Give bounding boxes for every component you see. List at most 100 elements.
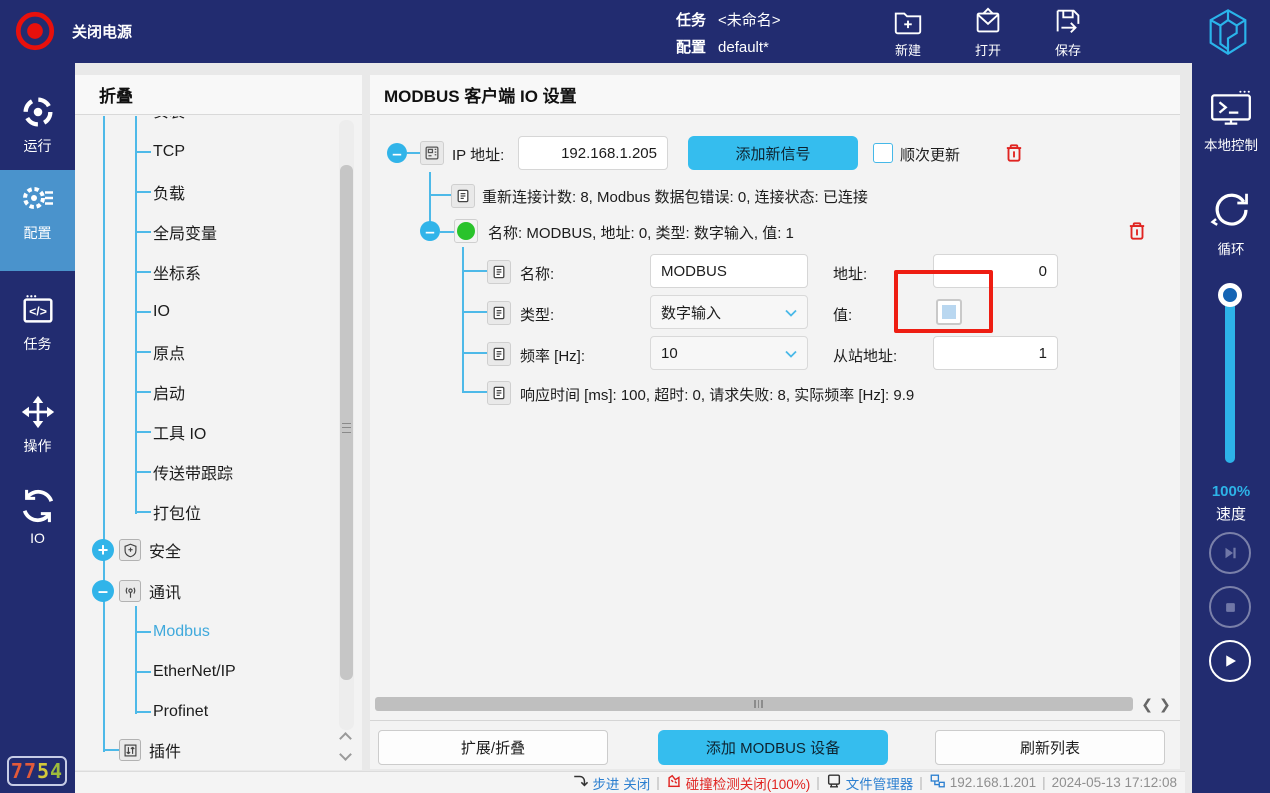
tree-item-原点[interactable]: 原点 xyxy=(153,339,185,365)
address-input[interactable] xyxy=(933,254,1058,288)
power-label: 关闭电源 xyxy=(72,21,132,42)
step-next-button[interactable] xyxy=(1209,532,1251,574)
stop-button[interactable] xyxy=(1209,586,1251,628)
tree-item-全局变量[interactable]: 全局变量 xyxy=(153,219,217,245)
sidebar-item-task[interactable]: </>任务 xyxy=(0,283,75,375)
tree-item-打包位[interactable]: 打包位 xyxy=(153,499,201,525)
sidebar-item-io[interactable]: IO xyxy=(0,479,75,557)
badge-digit: 4 xyxy=(50,759,63,783)
open-task-button[interactable]: 打开 xyxy=(955,6,1021,59)
add-modbus-device-button[interactable]: 添加 MODBUS 设备 xyxy=(658,730,888,765)
tree-scroll-up-icon[interactable] xyxy=(339,732,352,745)
sequential-update-checkbox[interactable] xyxy=(873,143,893,163)
tree-item-label: 坐标系 xyxy=(153,260,201,284)
modbus-client-io-panel: MODBUS 客户端 IO 设置 – IP 地址: 添加新信号 顺次更新 重新连… xyxy=(370,75,1180,769)
status-item-label: 碰撞检测关闭(100%) xyxy=(686,773,811,793)
save-task-button[interactable]: 保存 xyxy=(1035,6,1101,59)
tree-item-安装[interactable]: 安装 xyxy=(153,116,185,123)
delete-signal-icon[interactable] xyxy=(1126,220,1148,242)
tree-group-safety[interactable]: 安全 xyxy=(119,537,181,563)
refresh-list-button[interactable]: 刷新列表 xyxy=(935,730,1165,765)
brand-logo-icon xyxy=(1202,6,1254,63)
loop-icon xyxy=(1208,188,1254,234)
run-icon xyxy=(0,93,75,131)
sidebar-item-config[interactable]: 配置 xyxy=(0,170,75,271)
type-doc-icon xyxy=(487,301,511,325)
ip-address-input[interactable] xyxy=(518,136,668,170)
tree-scrollbar-thumb[interactable] xyxy=(340,165,353,680)
status-item-3[interactable]: 文件管理器 xyxy=(826,773,914,793)
add-signal-button[interactable]: 添加新信号 xyxy=(688,136,858,170)
status-item-4: 192.168.1.201 xyxy=(929,773,1036,792)
tree-item-工具-io[interactable]: 工具 IO xyxy=(153,419,206,445)
config-icon xyxy=(0,178,75,218)
sidebar-item-label: 运行 xyxy=(0,136,75,156)
collapse-icon[interactable]: – xyxy=(92,580,114,602)
chevron-down-icon xyxy=(785,309,797,317)
tree-item-label: 启动 xyxy=(153,380,185,404)
save-icon xyxy=(1035,6,1101,38)
tree-item-label: EtherNet/IP xyxy=(153,663,236,681)
collapse-signal-icon[interactable]: – xyxy=(420,221,440,241)
status-item-2[interactable]: 碰撞检测关闭(100%) xyxy=(666,773,811,793)
address-label: 地址: xyxy=(833,263,867,284)
speed-slider-knob[interactable] xyxy=(1218,283,1242,307)
status-item-label: 2024-05-13 17:12:08 xyxy=(1052,775,1177,790)
type-select[interactable]: 数字输入 xyxy=(650,295,808,329)
loop-button[interactable]: 循环 xyxy=(1192,188,1270,258)
tree-item-label: 安全 xyxy=(149,538,181,562)
expand-icon[interactable]: + xyxy=(92,539,114,561)
tree-item-label: IO xyxy=(153,303,170,321)
frequency-select[interactable]: 10 xyxy=(650,336,808,370)
splitter-grip-icon xyxy=(342,423,351,433)
tree-item-ethernet-ip[interactable]: EtherNet/IP xyxy=(153,659,236,685)
scroll-right-icon[interactable]: ❯ xyxy=(1159,696,1171,713)
power-icon xyxy=(12,8,58,54)
sidebar-item-run[interactable]: 运行 xyxy=(0,85,75,163)
status-separator: | xyxy=(816,775,820,790)
value-label: 值: xyxy=(833,304,852,325)
new-task-button[interactable]: 新建 xyxy=(875,6,941,59)
tree-item-负载[interactable]: 负载 xyxy=(153,179,185,205)
name-input[interactable] xyxy=(650,254,808,288)
new-icon xyxy=(875,6,941,38)
config-tree: 安装 TCP 负载全局变量坐标系 IO 原点启动工具 IO 传送带跟踪打包位 + 安全 –通讯 M… xyxy=(75,116,335,770)
status-item-1[interactable]: 步进 关闭 xyxy=(572,773,650,793)
status-separator: | xyxy=(1042,775,1046,790)
tree-item-tcp[interactable]: TCP xyxy=(153,139,185,165)
horizontal-scrollbar[interactable] xyxy=(375,697,1133,711)
task-icon: </> xyxy=(0,291,75,329)
slave-address-input[interactable] xyxy=(933,336,1058,370)
operate-icon xyxy=(0,393,75,431)
tree-item-profinet[interactable]: Profinet xyxy=(153,699,208,725)
tree-scroll-down-icon[interactable] xyxy=(339,748,352,761)
play-button[interactable] xyxy=(1209,640,1251,682)
config-label: 配置 xyxy=(676,34,706,61)
sidebar-item-operate[interactable]: 操作 xyxy=(0,385,75,471)
power-button[interactable]: 关闭电源 xyxy=(12,8,132,54)
tree-item-label: 负载 xyxy=(153,180,185,204)
tree-item-modbus[interactable]: Modbus xyxy=(153,619,210,645)
tree-item-io[interactable]: IO xyxy=(153,299,170,325)
tree-item-坐标系[interactable]: 坐标系 xyxy=(153,259,201,285)
scroll-left-icon[interactable]: ❮ xyxy=(1141,696,1153,713)
delete-device-icon[interactable] xyxy=(1003,142,1025,164)
badge-digit: 7 xyxy=(24,759,37,783)
tree-item-启动[interactable]: 启动 xyxy=(153,379,185,405)
tree-item-label: 打包位 xyxy=(153,500,201,524)
local-control-button[interactable]: 本地控制 xyxy=(1192,88,1270,154)
speed-slider-track[interactable] xyxy=(1225,291,1235,463)
expand-collapse-button[interactable]: 扩展/折叠 xyxy=(378,730,608,765)
step-icon xyxy=(572,773,588,792)
collapse-device-icon[interactable]: – xyxy=(387,143,407,163)
tree-item-传送带跟踪[interactable]: 传送带跟踪 xyxy=(153,459,233,485)
io-icon xyxy=(0,487,75,525)
sidebar-item-label: IO xyxy=(0,530,75,546)
error-code-badge[interactable]: 7754 xyxy=(7,756,67,786)
value-checkbox[interactable] xyxy=(936,299,962,325)
tree-scrollbar[interactable] xyxy=(339,120,354,730)
tree-item-label: Modbus xyxy=(153,623,210,641)
tree-collapse-header[interactable]: 折叠 xyxy=(75,75,362,115)
tree-group-plugin[interactable]: 插件 xyxy=(119,737,181,763)
tree-group-communication[interactable]: 通讯 xyxy=(119,578,181,604)
